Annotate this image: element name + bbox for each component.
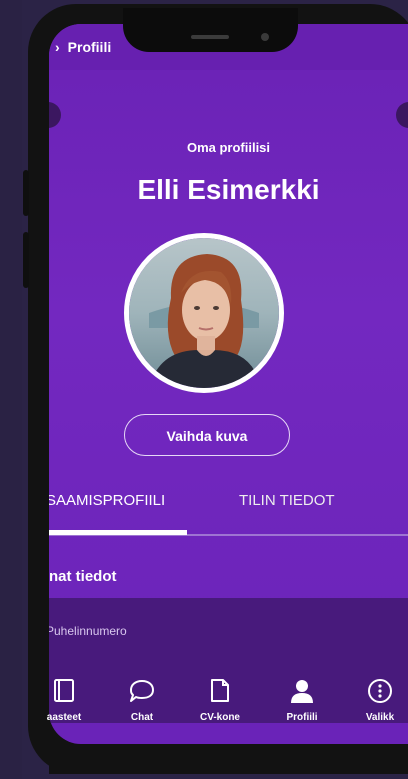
left-edge-button[interactable] — [49, 102, 61, 128]
back-button[interactable]: › Profiili — [55, 39, 111, 55]
app-screen: › Profiili Oma profiilisi Elli Esimerkki — [49, 24, 408, 744]
bottom-nav: aasteet Chat CV-kone Profiili Valikk — [47, 662, 408, 744]
back-label: Profiili — [67, 39, 112, 55]
chevron-right-icon: › — [55, 39, 60, 55]
volume-down-button — [23, 232, 29, 288]
nav-item-saavutukset[interactable]: aasteet — [29, 662, 99, 723]
person-icon — [267, 674, 337, 708]
nav-item-cv-kone[interactable]: CV-kone — [185, 662, 255, 723]
nav-label: CV-kone — [199, 712, 240, 723]
speaker-grille — [191, 35, 229, 39]
nav-item-chat[interactable]: Chat — [107, 662, 177, 723]
nav-item-valikko[interactable]: Valikk — [345, 662, 408, 723]
nav-item-profiili[interactable]: Profiili — [267, 662, 337, 723]
nav-label: Chat — [130, 712, 154, 723]
phone-number-label: Puhelinnumero — [49, 624, 127, 638]
front-camera — [261, 33, 269, 41]
background — [0, 0, 22, 779]
active-tab-indicator — [49, 530, 187, 535]
more-icon — [345, 674, 408, 708]
book-icon — [29, 674, 99, 708]
profile-name: Elli Esimerkki — [137, 174, 320, 205]
right-edge-button[interactable] — [396, 102, 408, 128]
chat-icon — [107, 674, 177, 708]
section-title: nat tiedot — [49, 568, 117, 585]
change-photo-button[interactable]: Vaihda kuva — [124, 414, 290, 456]
avatar — [124, 233, 284, 393]
tab-tilin-tiedot[interactable]: TILIN TIEDOT — [239, 492, 335, 509]
profile-subtitle: Oma profiilisi — [186, 140, 271, 155]
document-icon — [185, 674, 255, 708]
nav-label: Valikk — [365, 712, 395, 723]
volume-up-button — [23, 170, 29, 216]
phone-notch — [123, 8, 298, 52]
tab-saamisprofiili[interactable]: SAAMISPROFIILI — [49, 492, 165, 509]
nav-label: Profiili — [286, 712, 318, 723]
nav-label: aasteet — [46, 712, 82, 723]
phone-bottom-bezel — [49, 744, 408, 774]
